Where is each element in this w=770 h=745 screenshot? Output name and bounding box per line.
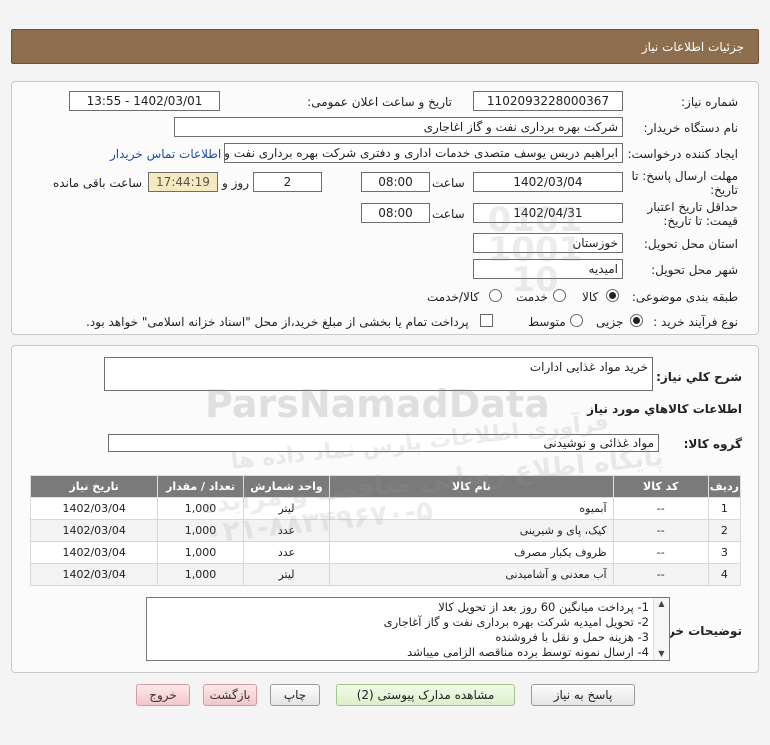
announce-date-field: 1402/03/01 - 13:55 [69,91,220,111]
remaining-time-field: 17:44:19 [148,172,218,192]
validity-time-label: ساعت [432,207,465,221]
need-number-label: شماره نیاز: [681,95,738,109]
cell-name: کیک، پای و شیرینی [329,519,614,542]
cell-date: 1402/03/04 [29,541,159,564]
cell-quantity: 1,000 [157,563,244,586]
cell-row-number: 4 [707,563,742,586]
cell-unit: عدد [242,541,331,564]
validity-time-field: 08:00 [361,203,430,223]
buyer-note-line: 4- ارسال نمونه توسط برده مناقصه الزامی م… [407,645,649,659]
days-label: روز و [222,176,249,190]
process-radio-minor[interactable] [630,314,643,327]
buyer-notes-box[interactable]: 1- پرداخت میانگین 60 روز بعد از تحویل کا… [146,597,670,661]
cell-date: 1402/03/04 [29,497,159,520]
cell-unit: لیتر [242,497,331,520]
process-radio-medium[interactable] [570,314,583,327]
category-option-goods-service: کالا/خدمت [427,290,480,304]
cell-row-number: 3 [707,541,742,564]
cell-unit: عدد [242,519,331,542]
cell-code: -- [612,497,709,520]
table-row: 3 -- ظروف یکبار مصرف عدد 1,000 1402/03/0… [29,541,742,564]
buyer-contact-link[interactable]: اطلاعات تماس خریدار [110,147,221,161]
city-field: امیدیه [473,259,623,279]
scroll-up-icon[interactable]: ▲ [654,598,669,610]
goods-group-field: مواد غذائی و نوشیدنی [108,434,659,452]
process-option-minor: جزیی [596,315,624,329]
validity-label-line2: قیمت: تا تاریخ: [663,214,738,228]
cell-name: آبمیوه [329,497,614,520]
category-option-goods: کالا [582,290,599,304]
creator-label: ایجاد کننده درخواست: [627,147,738,161]
cell-quantity: 1,000 [157,519,244,542]
goods-section-title: اطلاعات کالاهاي مورد نياز [587,402,742,416]
col-header-unit: واحد شمارش [242,475,331,498]
cell-code: -- [612,563,709,586]
cell-name: ظروف یکبار مصرف [329,541,614,564]
cell-unit: لیتر [242,563,331,586]
province-label: استان محل تحویل: [643,237,738,251]
summary-label: شرح کلي نياز: [656,370,742,384]
process-label: نوع فرآیند خرید : [653,315,738,329]
cell-row-number: 1 [707,497,742,520]
cell-code: -- [612,541,709,564]
deadline-label-line2: تاریخ: [710,183,738,197]
col-header-code: کد کالا [612,475,709,498]
validity-date-field: 1402/04/31 [473,203,623,223]
province-field: خوزستان [473,233,623,253]
buyer-note-line: 1- پرداخت میانگین 60 روز بعد از تحویل کا… [438,600,649,614]
col-header-name: نام کالا [329,475,614,498]
scroll-down-icon[interactable]: ▼ [654,648,669,660]
validity-label-line1: حداقل تاریخ اعتبار [647,200,738,214]
days-field: 2 [253,172,322,192]
col-header-date: تاریخ نیاز [29,475,159,498]
announce-date-label: تاریخ و ساعت اعلان عمومی: [307,95,452,109]
view-attachments-button[interactable]: مشاهده مدارک پیوستی (2) [336,684,515,706]
buyer-note-line: 3- هزینه حمل و نقل با فروشنده [495,630,649,644]
buyer-org-label: نام دستگاه خریدار: [643,121,739,135]
category-radio-goods-service[interactable] [489,289,502,302]
goods-table: ردیف کد کالا نام کالا واحد شمارش تعداد /… [29,475,742,586]
buyer-org-field: شرکت بهره برداری نفت و گاز اغاجاری [174,117,623,137]
cell-date: 1402/03/04 [29,519,159,542]
category-label: طبقه بندی موضوعی: [631,290,738,304]
remaining-time-label: ساعت باقی مانده [53,176,143,190]
goods-group-label: گروه کالا: [683,437,742,451]
col-header-row-number: ردیف [707,475,742,498]
notes-scrollbar[interactable]: ▲ ▼ [653,598,669,660]
reply-button[interactable]: پاسخ به نیاز [531,684,635,706]
print-button[interactable]: چاپ [270,684,320,706]
cell-name: آب معدنی و آشامیدنی [329,563,614,586]
page-header: جزئیات اطلاعات نیاز [11,29,759,64]
cell-row-number: 2 [707,519,742,542]
exit-button[interactable]: خروج [136,684,190,706]
category-radio-service[interactable] [553,289,566,302]
treasury-payment-note: پرداخت تمام یا بخشی از مبلغ خرید،از محل … [86,315,469,329]
buyer-note-line: 2- تحویل امیدیه شرکت بهره برداری نفت و گ… [383,615,649,629]
category-option-service: خدمت [516,290,548,304]
process-option-medium: متوسط [528,315,566,329]
treasury-payment-checkbox[interactable] [480,314,493,327]
deadline-time-label: ساعت [432,176,465,190]
cell-quantity: 1,000 [157,497,244,520]
summary-field: خرید مواد غذایی ادارات [104,357,653,391]
deadline-label-line1: مهلت ارسال پاسخ: تا [631,169,738,183]
need-number-field: 1102093228000367 [473,91,623,111]
deadline-date-field: 1402/03/04 [473,172,623,192]
creator-field: ابراهیم دریس یوسف متصدی خدمات اداری و دف… [224,143,623,163]
table-row: 1 -- آبمیوه لیتر 1,000 1402/03/04 [29,497,742,520]
cell-code: -- [612,519,709,542]
deadline-time-field: 08:00 [361,172,430,192]
category-radio-goods[interactable] [606,289,619,302]
col-header-quantity: تعداد / مقدار [157,475,244,498]
back-button[interactable]: بازگشت [203,684,257,706]
page-title: جزئیات اطلاعات نیاز [641,40,744,54]
cell-date: 1402/03/04 [29,563,159,586]
cell-quantity: 1,000 [157,541,244,564]
table-row: 2 -- کیک، پای و شیرینی عدد 1,000 1402/03… [29,519,742,542]
table-header-row: ردیف کد کالا نام کالا واحد شمارش تعداد /… [29,475,742,498]
city-label: شهر محل تحویل: [651,263,738,277]
table-row: 4 -- آب معدنی و آشامیدنی لیتر 1,000 1402… [29,563,742,586]
